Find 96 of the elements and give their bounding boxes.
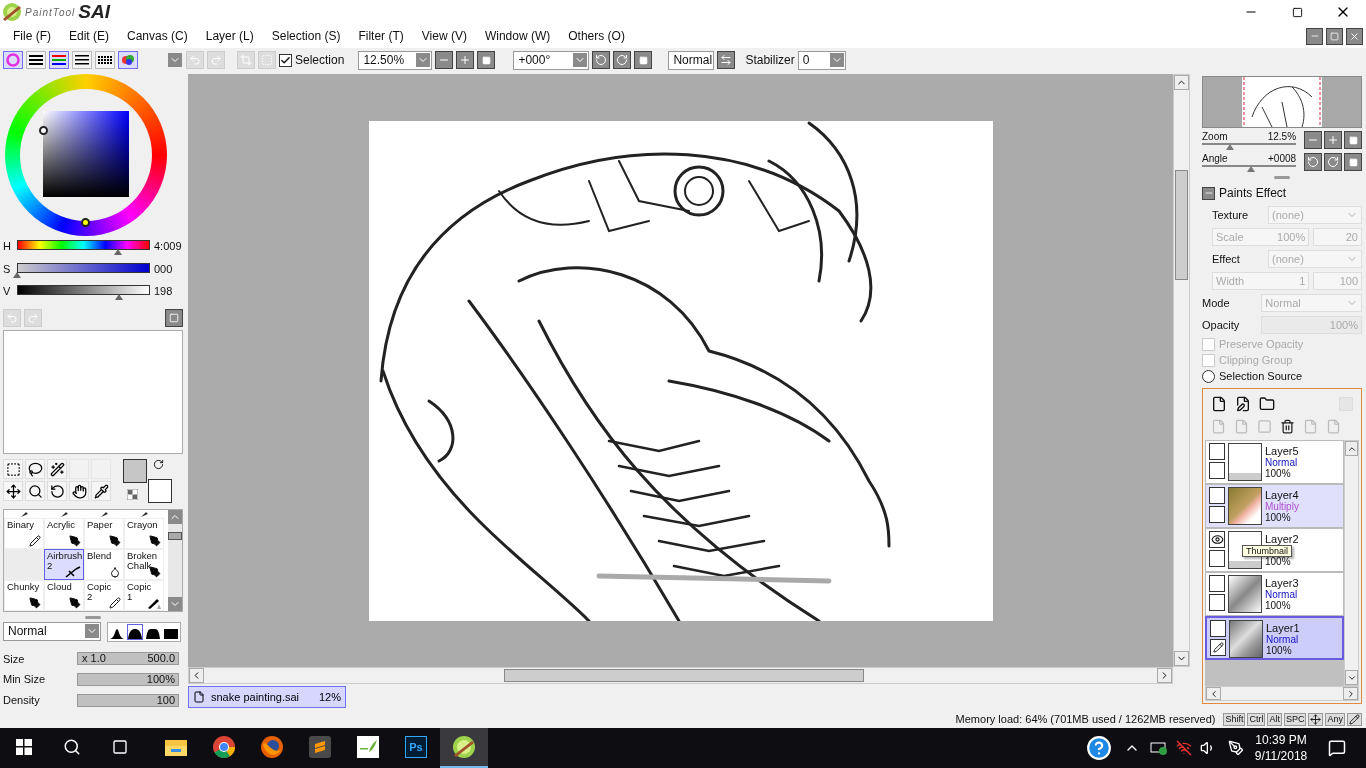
memory-status: Memory load: 64% (701MB used / 1262MB reserved) xyxy=(955,713,1216,725)
brush-mode-dropdown[interactable]: Normal xyxy=(3,621,101,641)
field-label: Texture xyxy=(1212,209,1250,221)
navigator-value: +0008 xyxy=(1268,152,1297,164)
checkbox-label: Selection xyxy=(295,53,345,67)
layer-name: Layer3 xyxy=(1265,578,1299,589)
tooltip: Thumbnail xyxy=(1242,545,1293,557)
layer-row[interactable]: Layer5 Normal 100% xyxy=(1205,440,1344,484)
clock[interactable]: 10:39 PM 9/11/2018 xyxy=(1244,732,1318,764)
document-name: snake painting.sai xyxy=(211,691,301,703)
layer-blend-mode: Multiply xyxy=(1265,501,1299,512)
layer-row[interactable]: Layer4 Multiply 100% xyxy=(1205,484,1344,528)
layer-row[interactable]: Layer3 Normal 100% xyxy=(1205,572,1344,616)
slider-label: V xyxy=(3,285,12,298)
field-label: Mode xyxy=(1202,297,1231,309)
brush-slot[interactable]: Broken Chalk xyxy=(124,549,164,581)
layer-blend-mode: Normal xyxy=(1265,589,1299,600)
layer-row[interactable]: Layer2 100% Thumbnail xyxy=(1205,528,1344,572)
menu-item[interactable]: Layer (L) xyxy=(196,29,263,43)
slider-value: 198 xyxy=(154,285,173,298)
param-slider[interactable]: 100% xyxy=(77,672,179,686)
brush-slot[interactable]: Blend xyxy=(84,549,124,581)
field-label: Effect xyxy=(1212,253,1241,265)
navigator-value: 12.5% xyxy=(1267,130,1297,142)
logo-text: PaintTool xyxy=(25,6,76,18)
slider-value: 4:009 xyxy=(154,240,182,252)
slider-value: 100% xyxy=(1329,319,1358,331)
layer-opacity: 100% xyxy=(1265,512,1291,523)
menu-item[interactable]: Window (W) xyxy=(475,29,560,43)
brush-slot[interactable]: Cloud xyxy=(44,580,84,612)
option-label: Clipping Group xyxy=(1219,354,1293,366)
menu-item[interactable]: Edit (E) xyxy=(60,29,118,43)
angle-value: +000° xyxy=(518,53,551,67)
navigator-label: Angle xyxy=(1202,152,1228,164)
field-label: Opacity xyxy=(1202,319,1241,331)
layer-opacity: 100% xyxy=(1265,600,1292,611)
stabilizer-label: Stabilizer xyxy=(745,53,795,67)
stabilizer-dropdown[interactable]: 0 xyxy=(797,50,846,70)
zoom-dropdown[interactable]: 12.50% xyxy=(358,50,433,70)
layer-opacity: 100% xyxy=(1266,645,1293,656)
layer-opacity: 100% xyxy=(1265,556,1292,567)
brush-slot[interactable]: Crayon xyxy=(124,518,164,550)
layer-name: Layer4 xyxy=(1265,490,1299,501)
section-title: Paints Effect xyxy=(1219,186,1287,200)
key-indicator: Ctrl xyxy=(1247,712,1266,726)
menu-item[interactable]: View (V) xyxy=(412,29,476,43)
brush-slot[interactable]: Acrylic xyxy=(44,518,84,550)
layer-blend-mode: Normal xyxy=(1265,457,1299,468)
slider-label: S xyxy=(3,262,12,275)
option-label: Selection Source xyxy=(1219,370,1303,382)
layer-name: Layer1 xyxy=(1266,623,1300,634)
menu-item[interactable]: File (F) xyxy=(4,29,60,43)
param-label: Density xyxy=(3,694,41,707)
brush-mode-value: Normal xyxy=(8,624,47,639)
logo-text: SAI xyxy=(78,1,110,23)
menu-item[interactable]: Others (O) xyxy=(559,29,634,43)
menu-item[interactable]: Filter (T) xyxy=(349,29,413,43)
size-multiplier: x 1.0 xyxy=(82,653,106,665)
navigator-label: Zoom xyxy=(1202,130,1228,142)
option-label: Preserve Opacity xyxy=(1219,338,1304,350)
slider-label: H xyxy=(3,240,12,252)
layer-row[interactable]: Layer1 Normal 100% xyxy=(1205,616,1344,660)
ps-app-icon: Ps xyxy=(405,736,427,758)
param-label: Size xyxy=(3,652,26,665)
taskbar-app-button[interactable]: Ps xyxy=(392,728,440,768)
param-value: 100% xyxy=(146,673,175,685)
zoom-value: 12.50% xyxy=(363,53,405,67)
param-slider[interactable]: 100 xyxy=(77,693,179,707)
param-value: 500.0 xyxy=(147,653,175,665)
param-label: Min Size xyxy=(3,673,47,686)
brush-slot[interactable]: Chunky xyxy=(4,580,44,612)
document-tab[interactable]: snake painting.sai 12% xyxy=(188,686,346,708)
field-label: Width xyxy=(1216,275,1245,287)
key-indicator: Alt xyxy=(1267,712,1282,726)
key-indicator: Shift xyxy=(1223,712,1246,726)
menu-item[interactable]: Canvas (C) xyxy=(118,29,197,43)
document-zoom: 12% xyxy=(318,691,341,703)
key-indicator: SPC xyxy=(1283,712,1307,726)
param-slider[interactable]: x 1.0 500.0 xyxy=(77,652,179,666)
field-label: Scale xyxy=(1216,231,1244,243)
layer-name: Layer2 xyxy=(1265,534,1299,545)
layer-blend-mode: Normal xyxy=(1266,634,1300,645)
brush-slot[interactable]: Paper xyxy=(84,518,124,550)
layer-name: Layer5 xyxy=(1265,446,1299,457)
stabilizer-value: 0 xyxy=(802,53,810,67)
layer-opacity: 100% xyxy=(1265,468,1292,479)
param-value: 100 xyxy=(156,694,175,706)
brush-slot[interactable]: Binary xyxy=(4,518,44,550)
menu-item[interactable]: Selection (S) xyxy=(262,29,350,43)
brush-slot[interactable]: Copic 1 xyxy=(124,580,164,612)
angle-dropdown[interactable]: +000° xyxy=(513,50,590,70)
brush-slot[interactable]: Copic 2 xyxy=(84,580,124,612)
key-indicator: Any xyxy=(1325,712,1345,726)
brush-slot[interactable]: Airbrush 2 xyxy=(44,549,84,581)
blend-mode-field[interactable]: Normal xyxy=(668,50,715,70)
slider-value: 000 xyxy=(154,262,173,275)
